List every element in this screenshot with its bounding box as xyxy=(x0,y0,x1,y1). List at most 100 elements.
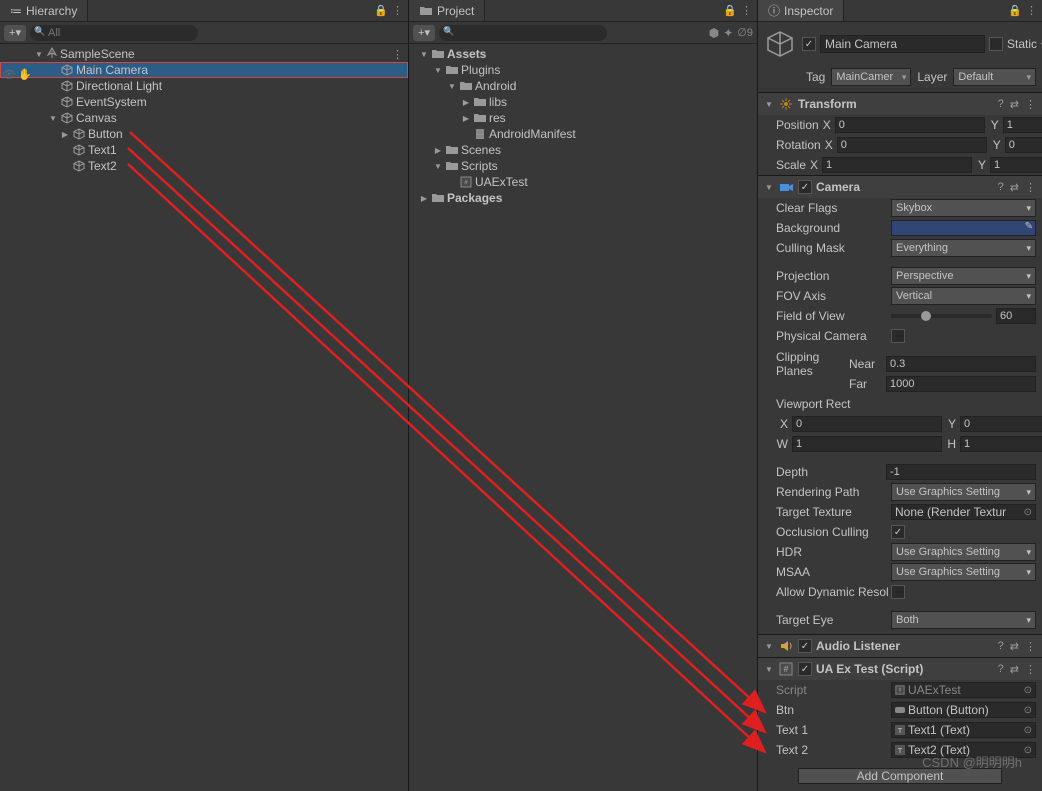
project-item-assets[interactable]: Assets xyxy=(409,46,757,62)
inspector-tab[interactable]: ⓘ Inspector xyxy=(758,0,844,21)
hierarchy-item-text2[interactable]: Text2 xyxy=(0,158,408,174)
rendering-path-dropdown[interactable]: Use Graphics Setting xyxy=(891,483,1036,501)
physical-camera-checkbox[interactable] xyxy=(891,329,905,343)
create-button[interactable]: +▾ xyxy=(413,25,435,41)
projection-dropdown[interactable]: Perspective xyxy=(891,267,1036,285)
picking-icon[interactable]: ✋ xyxy=(18,68,32,81)
lock-icon[interactable]: 🔒 xyxy=(374,4,388,17)
lock-icon[interactable]: 🔒 xyxy=(723,4,737,17)
project-item-scenes[interactable]: Scenes xyxy=(409,142,757,158)
hierarchy-item-main-camera[interactable]: Main Camera xyxy=(0,62,408,78)
menu-icon[interactable]: ⋮ xyxy=(392,4,402,17)
viewport-y-input[interactable] xyxy=(960,416,1042,432)
viewport-w-input[interactable] xyxy=(792,436,942,452)
filter-icon[interactable]: ⬢ xyxy=(709,26,719,40)
layer-dropdown[interactable]: Default xyxy=(953,68,1036,86)
tag-dropdown[interactable]: MainCamer xyxy=(831,68,911,86)
help-icon[interactable]: ? xyxy=(998,98,1004,111)
help-icon[interactable]: ? xyxy=(998,640,1004,653)
expand-arrow-icon[interactable] xyxy=(419,49,429,59)
expand-arrow-icon[interactable] xyxy=(433,161,443,171)
fov-input[interactable] xyxy=(996,308,1036,324)
active-checkbox[interactable] xyxy=(802,37,816,51)
background-color-field[interactable] xyxy=(891,220,1036,236)
audio-listener-header[interactable]: Audio Listener ?⇄⋮ xyxy=(758,635,1042,657)
expand-arrow-icon[interactable] xyxy=(433,65,443,75)
hierarchy-item-canvas[interactable]: Canvas xyxy=(0,110,408,126)
audio-enabled-checkbox[interactable] xyxy=(798,639,812,653)
uaextest-header[interactable]: UA Ex Test (Script) ?⇄⋮ xyxy=(758,658,1042,680)
help-icon[interactable]: ? xyxy=(998,181,1004,194)
menu-icon[interactable]: ⋮ xyxy=(1025,663,1036,676)
object-name-input[interactable] xyxy=(820,35,985,53)
text1-field[interactable]: Text1 (Text) xyxy=(891,722,1036,738)
rotation-y-input[interactable] xyxy=(1005,137,1042,153)
preset-icon[interactable]: ⇄ xyxy=(1010,98,1019,111)
viewport-x-input[interactable] xyxy=(792,416,942,432)
project-item-res[interactable]: res xyxy=(409,110,757,126)
scene-menu-icon[interactable]: ⋮ xyxy=(392,48,408,61)
project-item-scripts[interactable]: Scripts xyxy=(409,158,757,174)
depth-input[interactable] xyxy=(886,464,1036,480)
visibility-icon[interactable]: 👁 xyxy=(2,68,16,81)
project-item-packages[interactable]: Packages xyxy=(409,190,757,206)
transform-header[interactable]: Transform ?⇄⋮ xyxy=(758,93,1042,115)
menu-icon[interactable]: ⋮ xyxy=(741,4,751,17)
occlusion-culling-checkbox[interactable] xyxy=(891,525,905,539)
expand-arrow-icon[interactable] xyxy=(447,81,457,91)
expand-arrow-icon[interactable] xyxy=(34,49,44,59)
culling-mask-dropdown[interactable]: Everything xyxy=(891,239,1036,257)
hierarchy-item-button[interactable]: Button xyxy=(0,126,408,142)
preset-icon[interactable]: ⇄ xyxy=(1010,663,1019,676)
expand-arrow-icon[interactable] xyxy=(764,182,774,192)
clear-flags-dropdown[interactable]: Skybox xyxy=(891,199,1036,217)
menu-icon[interactable]: ⋮ xyxy=(1025,640,1036,653)
expand-arrow-icon[interactable] xyxy=(764,641,774,651)
hierarchy-item-text1[interactable]: Text1 xyxy=(0,142,408,158)
menu-icon[interactable]: ⋮ xyxy=(1026,4,1036,17)
far-input[interactable] xyxy=(886,376,1036,392)
target-eye-dropdown[interactable]: Both xyxy=(891,611,1036,629)
preset-icon[interactable]: ⇄ xyxy=(1010,640,1019,653)
scale-x-input[interactable] xyxy=(822,157,972,173)
preset-icon[interactable]: ⇄ xyxy=(1010,181,1019,194)
scale-y-input[interactable] xyxy=(990,157,1042,173)
hierarchy-search-input[interactable] xyxy=(30,25,198,41)
hdr-dropdown[interactable]: Use Graphics Setting xyxy=(891,543,1036,561)
camera-enabled-checkbox[interactable] xyxy=(798,180,812,194)
help-icon[interactable]: ? xyxy=(998,663,1004,676)
script-enabled-checkbox[interactable] xyxy=(798,662,812,676)
hidden-count[interactable]: ∅9 xyxy=(737,26,753,39)
allow-dynamic-checkbox[interactable] xyxy=(891,585,905,599)
expand-arrow-icon[interactable] xyxy=(461,97,471,107)
expand-arrow-icon[interactable] xyxy=(419,193,429,203)
position-y-input[interactable] xyxy=(1003,117,1042,133)
project-item-libs[interactable]: libs xyxy=(409,94,757,110)
create-button[interactable]: +▾ xyxy=(4,25,26,41)
gameobject-cube-icon[interactable] xyxy=(764,28,796,60)
btn-field[interactable]: Button (Button) xyxy=(891,702,1036,718)
expand-arrow-icon[interactable] xyxy=(764,664,774,674)
hierarchy-item-eventsystem[interactable]: EventSystem xyxy=(0,94,408,110)
hierarchy-item-directional-light[interactable]: Directional Light xyxy=(0,78,408,94)
rotation-x-input[interactable] xyxy=(837,137,987,153)
project-tab[interactable]: Project xyxy=(409,0,485,21)
menu-icon[interactable]: ⋮ xyxy=(1025,181,1036,194)
position-x-input[interactable] xyxy=(835,117,985,133)
project-search-input[interactable] xyxy=(439,25,607,41)
static-checkbox[interactable] xyxy=(989,37,1003,51)
expand-arrow-icon[interactable] xyxy=(461,113,471,123)
menu-icon[interactable]: ⋮ xyxy=(1025,98,1036,111)
expand-arrow-icon[interactable] xyxy=(764,99,774,109)
project-item-plugins[interactable]: Plugins xyxy=(409,62,757,78)
viewport-h-input[interactable] xyxy=(960,436,1042,452)
filter-icon[interactable]: ✦ xyxy=(723,26,733,40)
project-item-uaextest[interactable]: UAExTest xyxy=(409,174,757,190)
hierarchy-tab[interactable]: ≔ Hierarchy xyxy=(0,0,88,21)
project-item-manifest[interactable]: AndroidManifest xyxy=(409,126,757,142)
target-texture-field[interactable]: None (Render Textur xyxy=(891,504,1036,520)
lock-icon[interactable]: 🔒 xyxy=(1008,4,1022,17)
fov-axis-dropdown[interactable]: Vertical xyxy=(891,287,1036,305)
camera-header[interactable]: Camera ?⇄⋮ xyxy=(758,176,1042,198)
expand-arrow-icon[interactable] xyxy=(433,145,443,155)
